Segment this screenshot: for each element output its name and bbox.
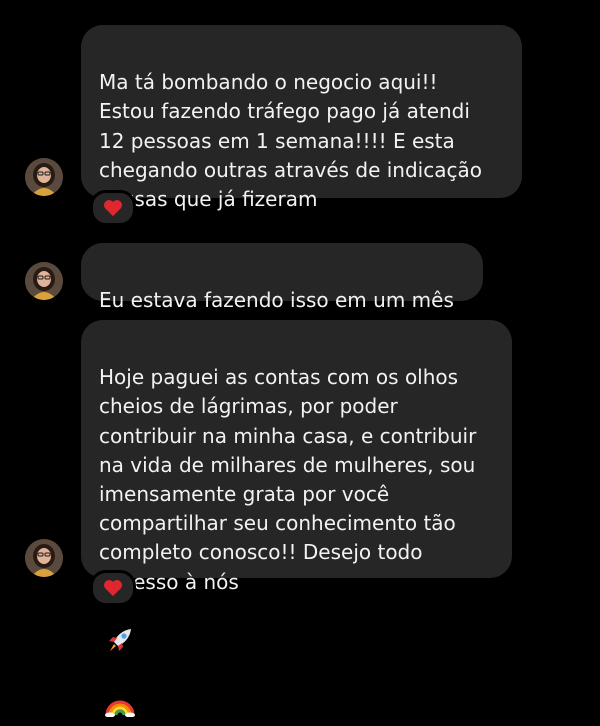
red-heart-icon [104, 580, 122, 597]
rainbow-icon [105, 662, 136, 725]
sender-avatar[interactable] [25, 262, 63, 300]
reaction-badge[interactable] [90, 570, 136, 606]
message-text: Hoje paguei as contas com os olhos cheio… [99, 365, 477, 594]
avatar-photo [25, 262, 63, 300]
message-bubble[interactable]: Eu estava fazendo isso em um mês [81, 243, 483, 312]
rocket-icon [105, 597, 135, 662]
avatar-photo [25, 158, 63, 196]
red-heart-icon [104, 200, 122, 217]
message-bubble[interactable]: Ma tá bombando o negocio aqui!! Estou fa… [81, 25, 522, 267]
message-text: Ma tá bombando o negocio aqui!! Estou fa… [99, 70, 482, 212]
sender-avatar[interactable] [25, 158, 63, 196]
message-bubble[interactable]: Hoje paguei as contas com os olhos cheio… [81, 320, 512, 718]
message-text: Eu estava fazendo isso em um mês [99, 288, 454, 313]
reaction-badge[interactable] [90, 190, 136, 226]
sender-avatar[interactable] [25, 539, 63, 577]
avatar-photo [25, 539, 63, 577]
